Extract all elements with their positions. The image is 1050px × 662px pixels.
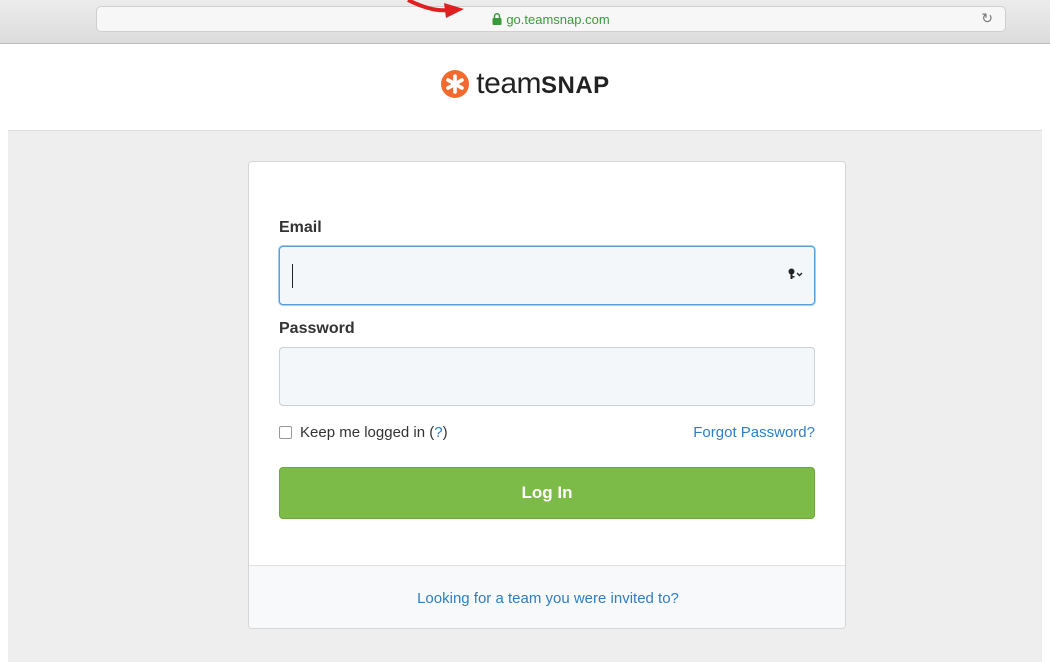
email-field[interactable] [279, 246, 815, 305]
help-paren-close: ) [442, 424, 448, 441]
keep-logged-in-row: Keep me logged in (?) [279, 424, 448, 441]
log-in-button[interactable]: Log In [279, 467, 815, 519]
text-cursor [292, 264, 293, 288]
logo-text-light: team [476, 67, 541, 100]
password-label: Password [279, 320, 355, 337]
browser-toolbar: go.teamsnap.com ↻ [0, 0, 1050, 44]
email-label: Email [279, 219, 322, 236]
invited-team-link[interactable]: Looking for a team you were invited to? [417, 590, 679, 607]
keep-logged-in-label[interactable]: Keep me logged in [300, 424, 425, 441]
login-card: Email Password Keep me logged in (?) For… [248, 161, 846, 629]
url-text: go.teamsnap.com [506, 12, 610, 27]
logo-text-bold: SNAP [541, 72, 610, 99]
logo-wordmark: teamSNAP [476, 67, 609, 101]
password-autofill-key-icon[interactable] [788, 267, 804, 285]
forgot-password-link[interactable]: Forgot Password? [693, 424, 815, 441]
reload-icon[interactable]: ↻ [981, 10, 993, 27]
keep-logged-in-help-link[interactable]: ? [434, 424, 442, 441]
url-display: go.teamsnap.com [97, 12, 1005, 27]
card-footer: Looking for a team you were invited to? [249, 565, 845, 628]
keep-logged-in-checkbox[interactable] [279, 426, 292, 439]
red-arrow-annotation-icon [407, 0, 464, 18]
teamsnap-logo[interactable]: teamSNAP [0, 64, 1050, 104]
lock-icon [492, 13, 502, 25]
teamsnap-asterisk-icon [441, 70, 470, 98]
password-field[interactable] [279, 347, 815, 406]
address-bar[interactable]: go.teamsnap.com ↻ [96, 6, 1006, 32]
